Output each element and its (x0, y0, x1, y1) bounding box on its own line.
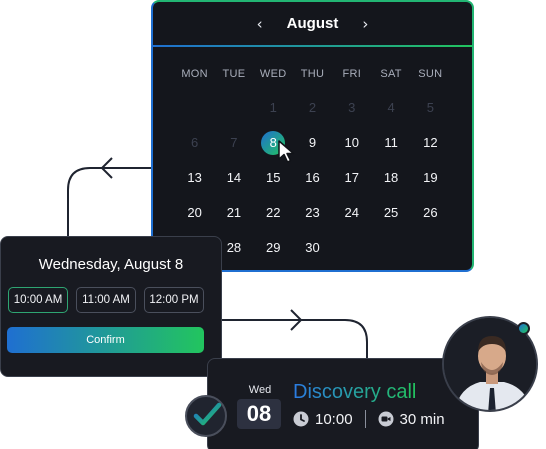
day-cell[interactable]: 12 (411, 125, 450, 160)
booking-card: Wednesday, August 8 10:00 AM 11:00 AM 12:0… (0, 236, 222, 377)
day-cell[interactable]: 29 (254, 230, 293, 265)
day-cell[interactable]: 26 (411, 195, 450, 230)
time-slot-button[interactable]: 11:00 AM (76, 287, 136, 313)
day-cell-disabled: 3 (348, 100, 356, 115)
day-cell-disabled: 5 (426, 100, 434, 115)
day-cell[interactable]: 18 (371, 160, 410, 195)
event-duration: 30 min (399, 410, 445, 428)
calendar-header: ‹ August › (153, 2, 472, 47)
event-time: 10:00 (315, 410, 353, 428)
day-cell[interactable]: 11 (371, 125, 410, 160)
day-cell[interactable]: 17 (332, 160, 371, 195)
day-cell[interactable]: 14 (214, 160, 253, 195)
weekday-label: SUN (418, 68, 443, 80)
event-card: Wed 08 Discovery call 10:00 30 min (207, 358, 479, 449)
day-cell[interactable]: 9 (293, 125, 332, 160)
confirm-button[interactable]: Confirm (7, 327, 204, 353)
video-camera-icon (378, 411, 394, 427)
meta-divider (364, 410, 366, 428)
weekday-label: WED (259, 68, 287, 80)
event-weekday: Wed (248, 384, 272, 396)
online-status-dot (517, 322, 530, 335)
day-cell[interactable]: 20 (175, 195, 214, 230)
check-badge (185, 395, 227, 437)
day-cell[interactable]: 10 (332, 125, 371, 160)
day-cell-disabled: 7 (230, 135, 238, 150)
event-date-badge: 08 (237, 399, 281, 429)
weekday-label: FRI (342, 68, 362, 80)
cursor-icon (278, 140, 295, 163)
day-cell[interactable]: 16 (293, 160, 332, 195)
next-month-button[interactable]: › (362, 15, 368, 33)
month-title: August (286, 15, 339, 32)
day-cell[interactable]: 19 (411, 160, 450, 195)
day-cell-disabled: 2 (308, 100, 317, 115)
day-cell-disabled: 6 (191, 135, 199, 150)
day-cell[interactable]: 30 (293, 230, 332, 265)
day-cell[interactable]: 13 (175, 160, 214, 195)
day-cell[interactable]: 15 (254, 160, 293, 195)
time-slot-button[interactable]: 10:00 AM (8, 287, 68, 313)
selected-date-label: Wednesday, August 8 (38, 256, 184, 273)
day-cell-disabled: 4 (387, 100, 395, 115)
event-meta: 10:00 30 min (293, 410, 445, 428)
time-slot-list: 10:00 AM 11:00 AM 12:00 PM (8, 287, 204, 313)
weekday-label: THU (300, 68, 325, 80)
event-title: Discovery call (293, 381, 417, 403)
prev-month-button[interactable]: ‹ (257, 15, 263, 33)
day-cell[interactable]: 24 (332, 195, 371, 230)
weekday-header: MON TUE WED THU FRI SAT SUN (175, 68, 450, 80)
check-icon (193, 402, 222, 426)
day-cell[interactable]: 23 (293, 195, 332, 230)
day-cell[interactable]: 25 (371, 195, 410, 230)
weekday-label: MON (181, 68, 208, 80)
day-cell[interactable]: 21 (214, 195, 253, 230)
clock-icon (293, 411, 309, 427)
calendar-card: ‹ August › MON TUE WED THU FRI SAT SUN 1234567… (151, 0, 474, 272)
day-cell[interactable]: 22 (254, 195, 293, 230)
day-cell-disabled: 1 (269, 100, 277, 115)
time-slot-button[interactable]: 12:00 PM (144, 287, 204, 313)
weekday-label: SAT (380, 68, 402, 80)
weekday-label: TUE (222, 68, 246, 80)
